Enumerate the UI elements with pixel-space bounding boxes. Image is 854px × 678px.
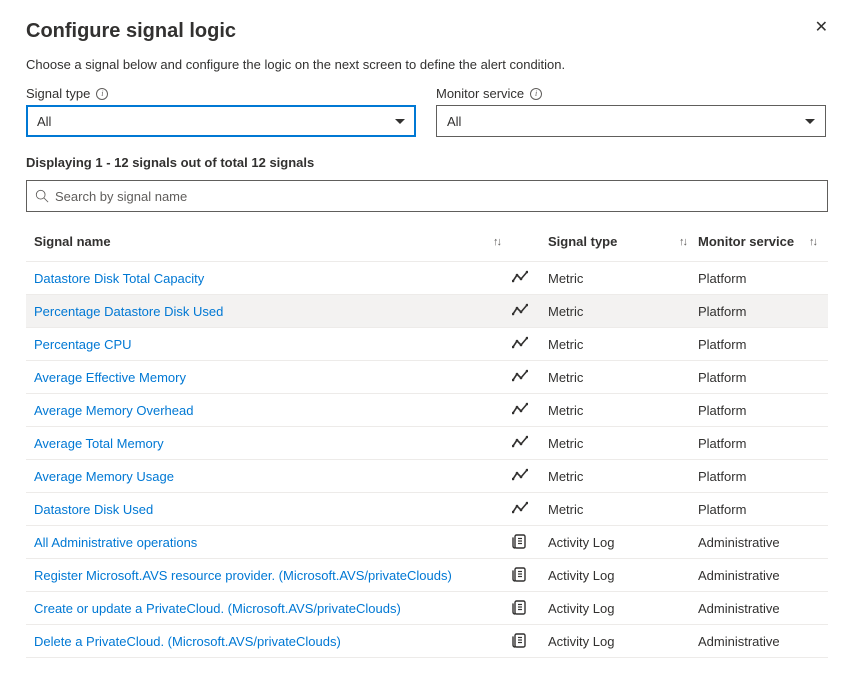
close-button[interactable]: ✕: [815, 20, 828, 36]
signal-type-value: Activity Log: [548, 634, 698, 649]
sort-icon: ↑↓: [809, 236, 816, 248]
signal-type-value: Metric: [548, 304, 698, 319]
search-input[interactable]: [55, 189, 819, 204]
info-icon[interactable]: i: [96, 88, 108, 100]
table-header: Signal name ↑↓ Signal type ↑↓ Monitor se…: [26, 222, 828, 262]
metric-icon: [512, 336, 548, 352]
signal-name-link[interactable]: Delete a PrivateCloud. (Microsoft.AVS/pr…: [26, 634, 512, 649]
column-monitor-label: Monitor service: [698, 234, 794, 249]
signal-name-link[interactable]: Datastore Disk Total Capacity: [26, 271, 512, 286]
column-type-label: Signal type: [548, 234, 617, 249]
monitor-service-value: Administrative: [698, 601, 828, 616]
signal-type-value: Metric: [548, 337, 698, 352]
signal-name-link[interactable]: Average Effective Memory: [26, 370, 512, 385]
monitor-service-select[interactable]: All: [436, 105, 826, 137]
panel-title: Configure signal logic: [26, 20, 236, 43]
signal-type-value: Metric: [548, 436, 698, 451]
column-name-label: Signal name: [34, 234, 111, 249]
signal-name-link[interactable]: Percentage Datastore Disk Used: [26, 304, 512, 319]
table-row[interactable]: Percentage Datastore Disk Used MetricPlat…: [26, 295, 828, 328]
activity-log-icon: [512, 534, 548, 550]
signal-type-value: Activity Log: [548, 601, 698, 616]
monitor-service-value: Platform: [698, 304, 828, 319]
metric-icon: [512, 369, 548, 385]
table-row[interactable]: Register Microsoft.AVS resource provider…: [26, 559, 828, 592]
chevron-down-icon: [805, 119, 815, 124]
monitor-service-value: Administrative: [698, 634, 828, 649]
signal-type-label: Signal type: [26, 86, 90, 101]
metric-icon: [512, 435, 548, 451]
signal-type-value: Activity Log: [548, 535, 698, 550]
results-count: Displaying 1 - 12 signals out of total 1…: [26, 155, 828, 170]
signal-type-value: All: [37, 114, 51, 129]
metric-icon: [512, 468, 548, 484]
signal-name-link[interactable]: Register Microsoft.AVS resource provider…: [26, 568, 512, 583]
column-header-monitor[interactable]: Monitor service ↑↓: [698, 234, 828, 249]
signal-type-value: Activity Log: [548, 568, 698, 583]
signal-name-link[interactable]: Average Memory Usage: [26, 469, 512, 484]
table-row[interactable]: Average Effective Memory MetricPlatform: [26, 361, 828, 394]
monitor-service-value: Platform: [698, 436, 828, 451]
column-header-type[interactable]: Signal type ↑↓: [548, 234, 698, 249]
metric-icon: [512, 270, 548, 286]
search-icon: [35, 189, 49, 203]
table-row[interactable]: Delete a PrivateCloud. (Microsoft.AVS/pr…: [26, 625, 828, 658]
table-row[interactable]: Percentage CPU MetricPlatform: [26, 328, 828, 361]
signal-name-link[interactable]: Create or update a PrivateCloud. (Micros…: [26, 601, 512, 616]
monitor-service-value: Platform: [698, 403, 828, 418]
signal-name-link[interactable]: Percentage CPU: [26, 337, 512, 352]
monitor-service-label: Monitor service: [436, 86, 524, 101]
signal-type-value: Metric: [548, 271, 698, 286]
signal-type-value: Metric: [548, 469, 698, 484]
signal-type-value: Metric: [548, 403, 698, 418]
signal-name-link[interactable]: Average Total Memory: [26, 436, 512, 451]
monitor-service-value: Administrative: [698, 535, 828, 550]
signal-name-link[interactable]: All Administrative operations: [26, 535, 512, 550]
metric-icon: [512, 402, 548, 418]
table-row[interactable]: Average Memory Usage MetricPlatform: [26, 460, 828, 493]
monitor-service-value: Platform: [698, 271, 828, 286]
column-header-name[interactable]: Signal name ↑↓: [26, 234, 512, 249]
signals-table: Signal name ↑↓ Signal type ↑↓ Monitor se…: [26, 222, 828, 658]
metric-icon: [512, 303, 548, 319]
activity-log-icon: [512, 567, 548, 583]
monitor-service-value: Platform: [698, 370, 828, 385]
signal-type-value: Metric: [548, 370, 698, 385]
table-row[interactable]: Average Total Memory MetricPlatform: [26, 427, 828, 460]
signal-name-link[interactable]: Average Memory Overhead: [26, 403, 512, 418]
signal-type-select[interactable]: All: [26, 105, 416, 137]
panel-subtitle: Choose a signal below and configure the …: [26, 57, 828, 72]
table-row[interactable]: All Administrative operations Activity Lo…: [26, 526, 828, 559]
monitor-service-value: Administrative: [698, 568, 828, 583]
search-box[interactable]: [26, 180, 828, 212]
metric-icon: [512, 501, 548, 517]
table-row[interactable]: Datastore Disk Total Capacity MetricPlatf…: [26, 262, 828, 295]
table-row[interactable]: Average Memory Overhead MetricPlatform: [26, 394, 828, 427]
info-icon[interactable]: i: [530, 88, 542, 100]
monitor-service-value: Platform: [698, 469, 828, 484]
table-row[interactable]: Create or update a PrivateCloud. (Micros…: [26, 592, 828, 625]
monitor-service-value: All: [447, 114, 461, 129]
chevron-down-icon: [395, 119, 405, 124]
activity-log-icon: [512, 600, 548, 616]
sort-icon: ↑↓: [493, 236, 500, 248]
table-row[interactable]: Datastore Disk Used MetricPlatform: [26, 493, 828, 526]
sort-icon: ↑↓: [679, 236, 686, 248]
activity-log-icon: [512, 633, 548, 649]
signal-name-link[interactable]: Datastore Disk Used: [26, 502, 512, 517]
monitor-service-value: Platform: [698, 337, 828, 352]
monitor-service-value: Platform: [698, 502, 828, 517]
signal-type-value: Metric: [548, 502, 698, 517]
